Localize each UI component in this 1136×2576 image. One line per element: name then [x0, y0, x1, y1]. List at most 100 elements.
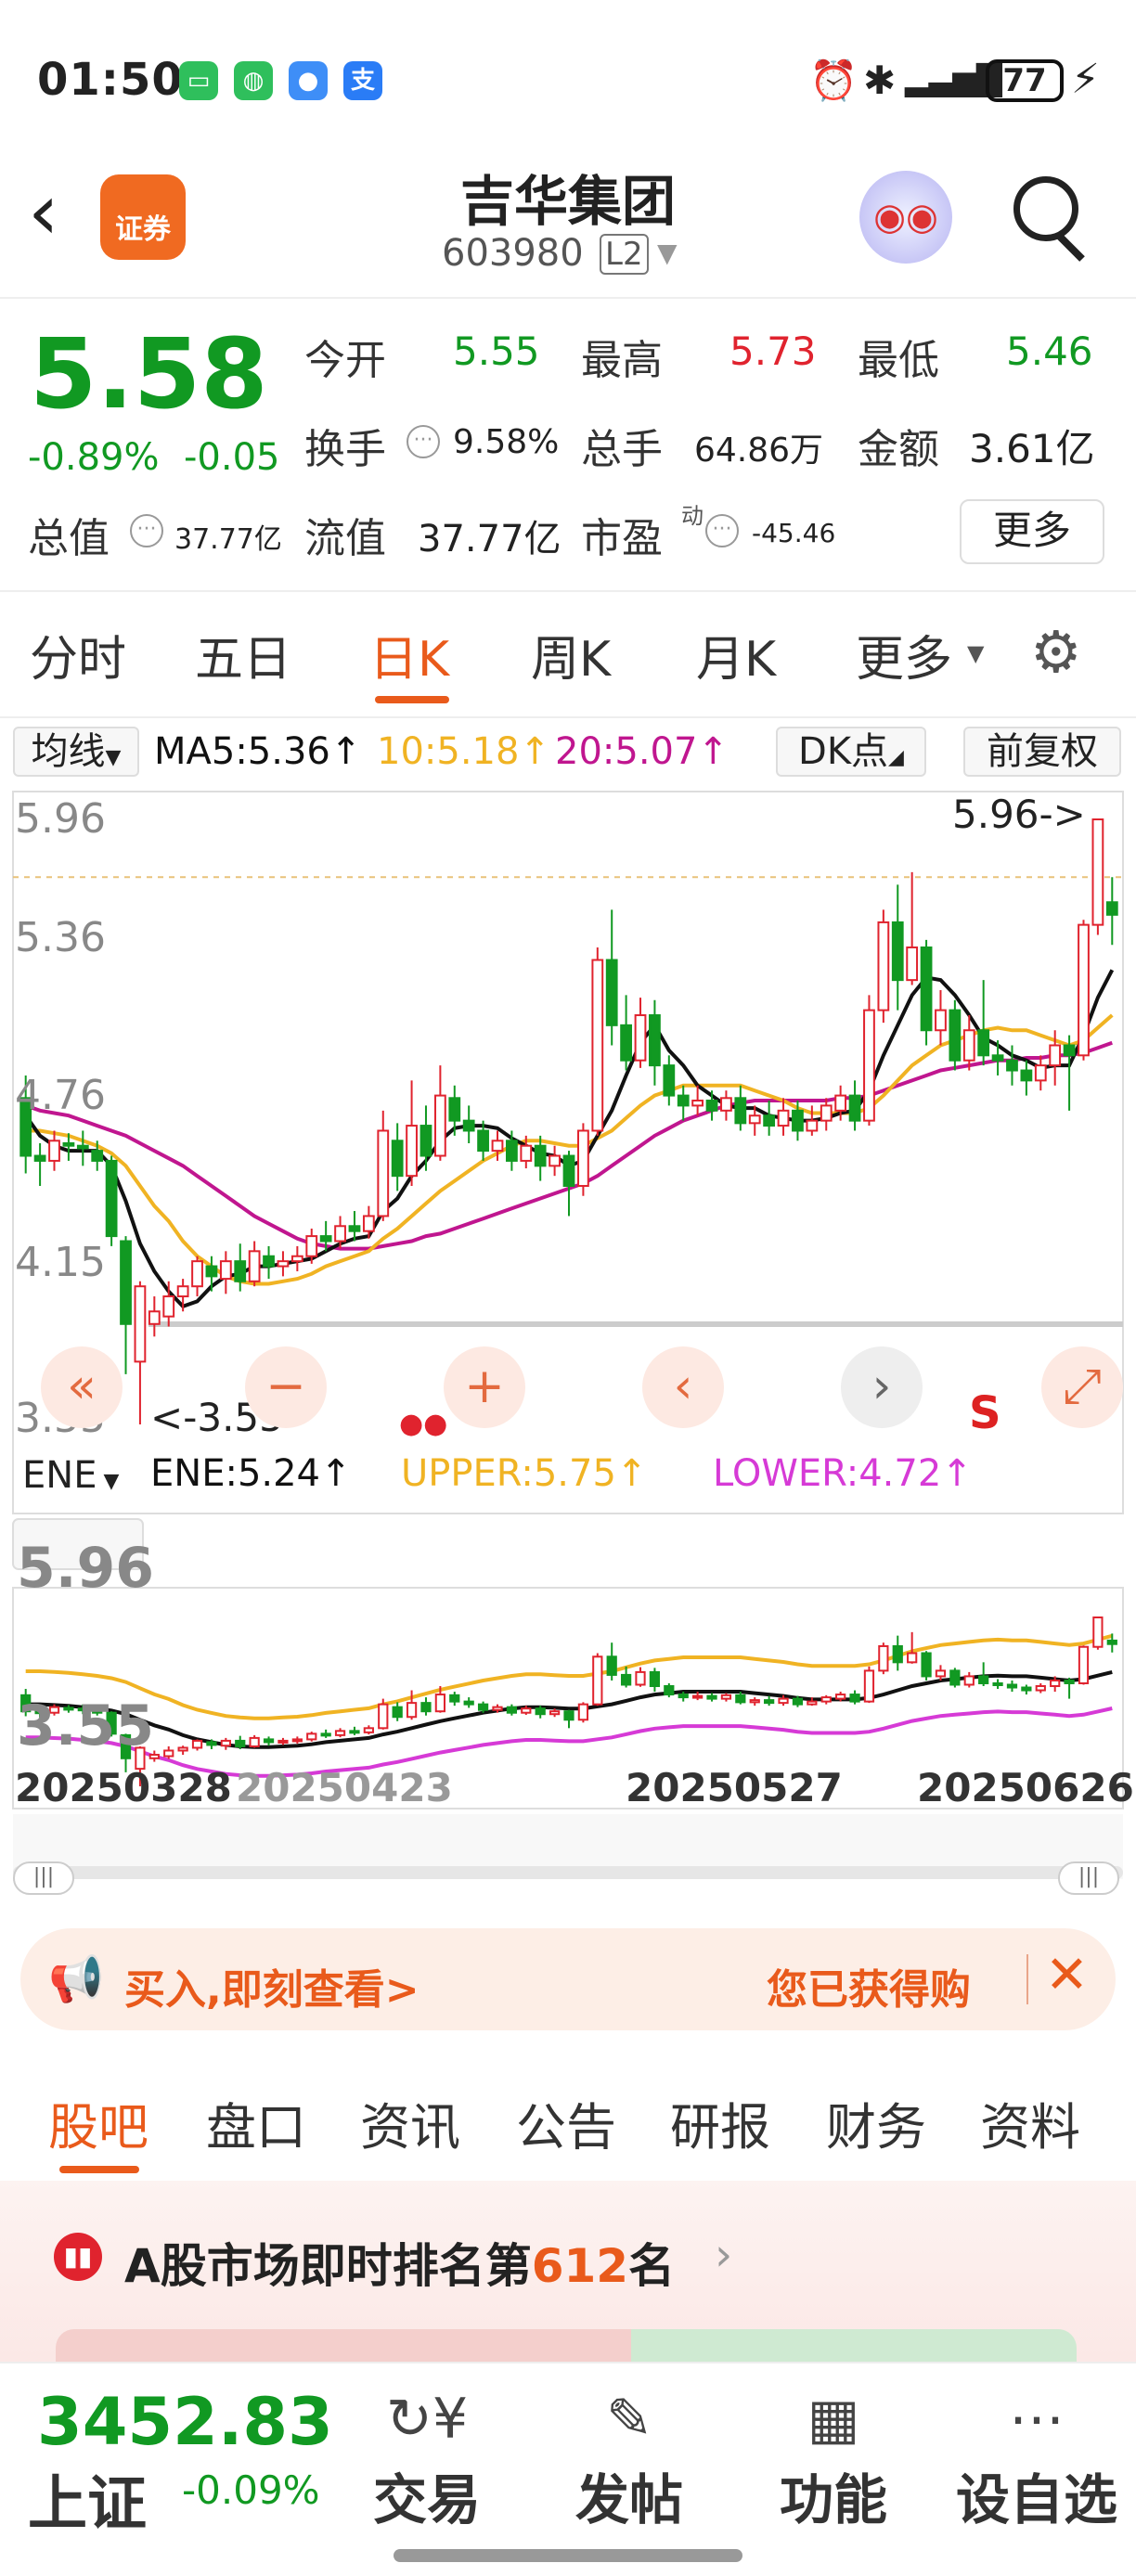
app-notification-icon: ▭ — [179, 61, 218, 100]
index-value[interactable]: 3452.83 — [37, 2384, 333, 2460]
zoom-out-button[interactable]: − — [245, 1346, 327, 1428]
tab-news[interactable]: 资讯 — [360, 2086, 460, 2159]
fullscreen-button[interactable]: ⤢ — [1041, 1346, 1123, 1428]
promo-banner[interactable]: 📢 买入,即刻查看> 您已获得购 ✕ — [20, 1928, 1116, 2030]
candle-body — [449, 1694, 460, 1703]
banner-left-text[interactable]: 买入,即刻查看> — [124, 1956, 420, 2016]
add-watchlist-button[interactable]: ⋯ 设自选 — [949, 2382, 1125, 2534]
candle — [1063, 1035, 1076, 1111]
candle-body — [962, 1029, 975, 1062]
candle — [849, 1690, 860, 1705]
candle — [706, 1693, 717, 1702]
candle-body — [949, 1009, 962, 1062]
tab-five-day[interactable]: 五日 — [195, 620, 291, 689]
candle-body — [406, 1702, 418, 1719]
y-tick: 5.96 — [15, 795, 106, 843]
open-label: 今开 — [304, 337, 386, 384]
candle-body — [620, 1673, 632, 1686]
tab-profile[interactable]: 资料 — [980, 2086, 1080, 2159]
candle — [349, 1726, 360, 1735]
rank-bar-up — [56, 2329, 631, 2366]
tab-finance[interactable]: 财务 — [826, 2086, 926, 2159]
dropdown-icon[interactable]: ▼ — [657, 238, 678, 268]
post-button[interactable]: ✎ 发帖 — [555, 2382, 704, 2534]
market-cap-label: 总值 — [28, 515, 110, 562]
banner-right-text[interactable]: 您已获得购 — [767, 1956, 1013, 2016]
candle — [649, 999, 661, 1086]
candle — [320, 1729, 331, 1738]
candle-body — [263, 1738, 275, 1744]
more-button[interactable]: 更多 — [960, 499, 1104, 564]
bottom-toolbar: 3452.83 上证 -0.09% ↻¥ 交易 ✎ 发帖 ▦ 功能 ⋯ 设自选 — [0, 2362, 1136, 2576]
info-icon[interactable]: ··· — [705, 514, 739, 547]
candle-body — [477, 1703, 489, 1711]
candle-body — [562, 1154, 575, 1187]
candle — [1021, 1684, 1032, 1695]
index-name[interactable]: 上证 — [28, 2456, 147, 2542]
search-icon[interactable] — [1013, 176, 1078, 241]
candle — [420, 1697, 432, 1716]
tab-market-depth[interactable]: 盘口 — [206, 2086, 306, 2159]
candle-body — [234, 1260, 247, 1282]
tab-weekly-k[interactable]: 周K — [531, 620, 611, 689]
candle-body — [433, 1094, 446, 1157]
candle — [978, 1662, 989, 1687]
candle-body — [334, 1730, 346, 1736]
candle — [634, 998, 647, 1068]
chart-scroll-track[interactable] — [13, 1866, 1123, 1879]
candle-body — [378, 1703, 389, 1730]
next-button[interactable]: › — [841, 1346, 923, 1428]
candle-body — [748, 1114, 761, 1125]
candle-body — [606, 1655, 617, 1676]
zoom-in-button[interactable]: + — [444, 1346, 525, 1428]
tab-announcements[interactable]: 公告 — [516, 2086, 616, 2159]
candle-body — [1021, 1686, 1032, 1692]
level2-badge[interactable]: L2 — [600, 234, 649, 275]
candle-body — [120, 1240, 132, 1325]
settings-gear-icon[interactable]: ⚙ — [1030, 618, 1082, 686]
kline-svg[interactable] — [0, 719, 1136, 1879]
close-icon[interactable]: ✕ — [1045, 1945, 1089, 2005]
rank-bar-down — [631, 2329, 1077, 2366]
candle-body — [448, 1097, 461, 1122]
candle-body — [349, 1730, 360, 1734]
ranking-card[interactable]: ▮▮ A股市场即时排名第612名 › — [0, 2181, 1136, 2366]
candle-body — [763, 1114, 776, 1127]
scroll-right-handle[interactable]: ||| — [1058, 1861, 1119, 1895]
candle-body — [235, 1739, 246, 1747]
tab-monthly-k[interactable]: 月K — [696, 620, 776, 689]
info-icon[interactable]: ··· — [407, 425, 440, 458]
event-dots-icon[interactable]: ●● — [399, 1408, 447, 1440]
candle — [105, 1155, 118, 1246]
candle — [248, 1241, 261, 1287]
candle-body — [406, 1125, 418, 1178]
candle — [506, 1704, 518, 1716]
candle-body — [220, 1739, 231, 1747]
rewind-button[interactable]: « — [41, 1346, 123, 1428]
info-icon[interactable]: ··· — [130, 514, 163, 547]
candle-body — [248, 1250, 261, 1282]
tab-intraday[interactable]: 分时 — [30, 620, 126, 689]
candle-body — [278, 1739, 289, 1744]
robot-assistant-icon[interactable]: ◉◉ — [859, 171, 952, 264]
ene-mid-line — [25, 1669, 1113, 1749]
tab-more[interactable]: 更多 — [856, 620, 952, 689]
candle — [134, 1281, 147, 1424]
ene-selector[interactable]: ENE ▼ — [22, 1454, 119, 1497]
search-icon-handle — [1057, 234, 1085, 262]
candle — [535, 1706, 546, 1719]
x-date-label: 20250328 — [15, 1765, 232, 1810]
sub-y-tick: 5.96 — [17, 1536, 155, 1601]
functions-button[interactable]: ▦ 功能 — [759, 2382, 908, 2534]
scroll-left-handle[interactable]: ||| — [13, 1861, 74, 1895]
trade-button[interactable]: ↻¥ 交易 — [353, 2382, 501, 2534]
previous-button[interactable]: ‹ — [642, 1346, 724, 1428]
tab-daily-k[interactable]: 日K — [369, 620, 449, 689]
tab-forum[interactable]: 股吧 — [48, 2086, 148, 2159]
more-dots-icon: ⋯ — [1009, 2387, 1065, 2452]
high-value: 5.73 — [729, 328, 817, 374]
candle — [649, 1668, 661, 1693]
candle-body — [635, 1670, 646, 1686]
tab-research[interactable]: 研报 — [670, 2086, 770, 2159]
candle-body — [1034, 1064, 1047, 1082]
